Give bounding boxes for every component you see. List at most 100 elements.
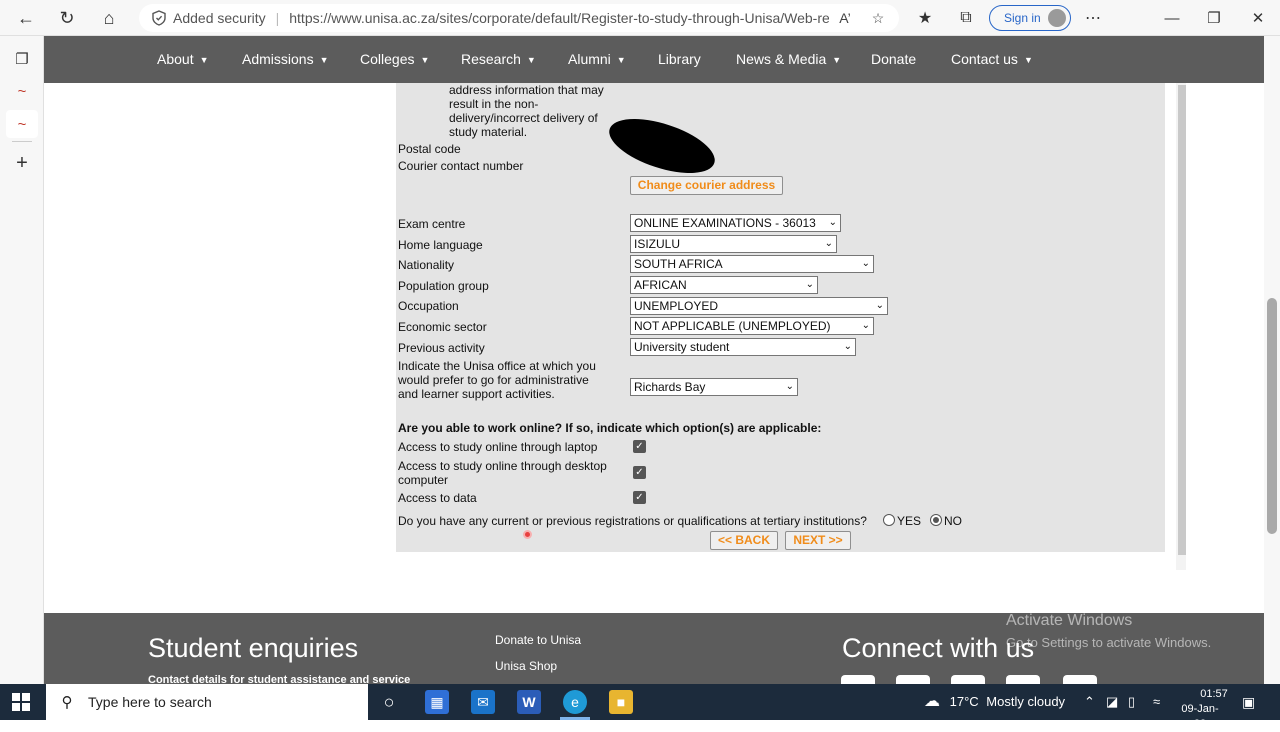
page-scrollbar-thumb[interactable] — [1267, 298, 1277, 534]
close-icon[interactable]: ✕ — [1238, 0, 1278, 36]
more-menu-icon[interactable]: ⋯ — [1075, 0, 1111, 36]
activate-windows-subtitle: Go to Settings to activate Windows. — [1006, 635, 1212, 650]
back-button[interactable]: << BACK — [710, 531, 778, 550]
taskbar-search-placeholder: Type here to search — [88, 694, 212, 710]
registration-no-label: NO — [944, 514, 962, 528]
weather-widget[interactable]: ☁ 17°C Mostly cloudy — [924, 684, 1065, 720]
new-tab-icon[interactable]: + — [6, 149, 38, 177]
next-button[interactable]: NEXT >> — [785, 531, 851, 550]
battery-icon[interactable]: ▯ — [1128, 684, 1135, 720]
maximize-icon[interactable]: ❐ — [1194, 0, 1234, 36]
twitter-icon[interactable] — [896, 675, 930, 684]
exam-centre-label: Exam centre — [398, 217, 466, 231]
read-aloud-icon[interactable]: A’ — [835, 8, 855, 28]
caret-down-icon: ▼ — [832, 55, 842, 65]
address-warning-text: address information that may result in t… — [449, 83, 604, 139]
add-favorite-icon[interactable]: ☆ — [868, 8, 888, 28]
mail-icon[interactable]: ✉ — [471, 690, 495, 714]
microsoft-store-icon[interactable]: ▦ — [425, 690, 449, 714]
chevron-down-icon: ⌄ — [843, 341, 852, 352]
wifi-icon[interactable]: ≈ — [1153, 684, 1160, 720]
url-text[interactable]: https://www.unisa.ac.za/sites/corporate/… — [289, 10, 829, 26]
collections-icon[interactable]: ⧉ — [948, 0, 984, 36]
nationality-select[interactable]: SOUTH AFRICA ⌄ — [630, 255, 874, 273]
linkedin-icon[interactable] — [1006, 675, 1040, 684]
home-icon[interactable]: ⌂ — [91, 0, 127, 36]
nav-research[interactable]: Research ▼ — [461, 36, 536, 83]
donate-link[interactable]: Donate to Unisa — [495, 633, 581, 647]
notifications-icon[interactable]: ▣ — [1242, 684, 1255, 720]
word-icon[interactable]: W — [517, 690, 541, 714]
unisa-office-select[interactable]: Richards Bay ⌄ — [630, 378, 798, 396]
address-bar[interactable]: Added security | https://www.unisa.ac.za… — [139, 4, 899, 32]
nav-contact-us[interactable]: Contact us ▼ — [951, 36, 1033, 83]
population-group-label: Population group — [398, 279, 489, 293]
security-label: Added security — [173, 10, 266, 26]
chevron-down-icon: ⌄ — [861, 320, 870, 331]
nav-admissions[interactable]: Admissions ▼ — [242, 36, 329, 83]
youtube-icon[interactable] — [951, 675, 985, 684]
nav-news-media[interactable]: News & Media ▼ — [736, 36, 841, 83]
contact-details-text[interactable]: Contact details for student assistance a… — [148, 674, 410, 684]
shop-link[interactable]: Unisa Shop — [495, 659, 557, 673]
online-desktop-checkbox[interactable]: ✓ — [633, 466, 646, 479]
form-scrollbar-thumb[interactable] — [1178, 85, 1186, 555]
economic-sector-select[interactable]: NOT APPLICABLE (UNEMPLOYED) ⌄ — [630, 317, 874, 335]
back-icon[interactable]: ← — [8, 0, 44, 36]
refresh-icon[interactable]: ↻ — [49, 0, 85, 36]
home-language-select[interactable]: ISIZULU ⌄ — [630, 235, 837, 253]
site-navigation: About ▼ Admissions ▼ Colleges ▼ Research ▼ A… — [44, 36, 1264, 83]
task-view-icon[interactable]: ○ — [377, 690, 401, 714]
previous-activity-select[interactable]: University student ⌄ — [630, 338, 856, 356]
sign-in-label: Sign in — [1004, 11, 1041, 25]
population-group-select[interactable]: AFRICAN ⌄ — [630, 276, 818, 294]
online-data-checkbox[interactable]: ✓ — [633, 491, 646, 504]
tab-unisa-active-icon[interactable]: ~ — [6, 110, 38, 138]
tab-unisa-icon[interactable]: ~ — [6, 77, 38, 105]
taskbar-search-box[interactable]: ⚲ Type here to search — [46, 684, 368, 720]
chevron-down-icon: ⌄ — [805, 279, 814, 290]
nav-alumni[interactable]: Alumni ▼ — [568, 36, 626, 83]
network-icon[interactable]: ◪ — [1106, 684, 1118, 720]
caret-down-icon: ▼ — [616, 55, 626, 65]
chevron-up-icon[interactable]: ⌃ — [1084, 684, 1095, 720]
avatar — [1048, 9, 1066, 27]
online-laptop-label: Access to study online through laptop — [398, 440, 598, 454]
facebook-icon[interactable] — [841, 675, 875, 684]
favorites-icon[interactable]: ★ — [907, 0, 943, 36]
clock-time[interactable]: 01:57 — [1196, 687, 1232, 702]
caret-down-icon: ▼ — [526, 55, 536, 65]
online-desktop-label: Access to study online through desktop c… — [398, 459, 607, 487]
postal-code-label: Postal code — [398, 142, 461, 156]
sign-in-button[interactable]: Sign in — [989, 5, 1071, 31]
registration-no-radio[interactable] — [930, 514, 942, 526]
cloud-icon: ☁ — [924, 693, 940, 710]
file-explorer-icon[interactable]: ■ — [609, 690, 633, 714]
online-laptop-checkbox[interactable]: ✓ — [633, 440, 646, 453]
registration-yes-radio[interactable] — [883, 514, 895, 526]
tab-actions-icon[interactable]: ❐ — [6, 45, 38, 73]
nav-colleges[interactable]: Colleges ▼ — [360, 36, 429, 83]
weather-text: Mostly cloudy — [986, 694, 1066, 709]
minimize-icon[interactable]: — — [1152, 0, 1192, 36]
chevron-down-icon: ⌄ — [785, 381, 794, 392]
occupation-select[interactable]: UNEMPLOYED ⌄ — [630, 297, 888, 315]
economic-sector-label: Economic sector — [398, 320, 487, 334]
nav-donate[interactable]: Donate — [871, 36, 916, 83]
edge-browser-icon[interactable]: e — [563, 690, 587, 714]
change-courier-address-button[interactable]: Change courier address — [630, 176, 783, 195]
home-language-label: Home language — [398, 238, 483, 252]
nav-about[interactable]: About ▼ — [157, 36, 209, 83]
caret-down-icon: ▼ — [319, 55, 329, 65]
mouse-cursor — [523, 530, 532, 539]
clock-date[interactable]: 09-Jan-23 — [1176, 702, 1224, 732]
caret-down-icon: ▼ — [199, 55, 209, 65]
unisa-office-label: Indicate the Unisa office at which you w… — [398, 359, 596, 401]
chevron-down-icon: ⌄ — [861, 258, 870, 269]
nav-library[interactable]: Library — [658, 36, 701, 83]
occupation-label: Occupation — [398, 299, 459, 313]
exam-centre-select[interactable]: ONLINE EXAMINATIONS - 36013 ⌄ — [630, 214, 841, 232]
instagram-icon[interactable] — [1063, 675, 1097, 684]
windows-start-icon[interactable] — [12, 693, 30, 711]
nationality-label: Nationality — [398, 258, 455, 272]
